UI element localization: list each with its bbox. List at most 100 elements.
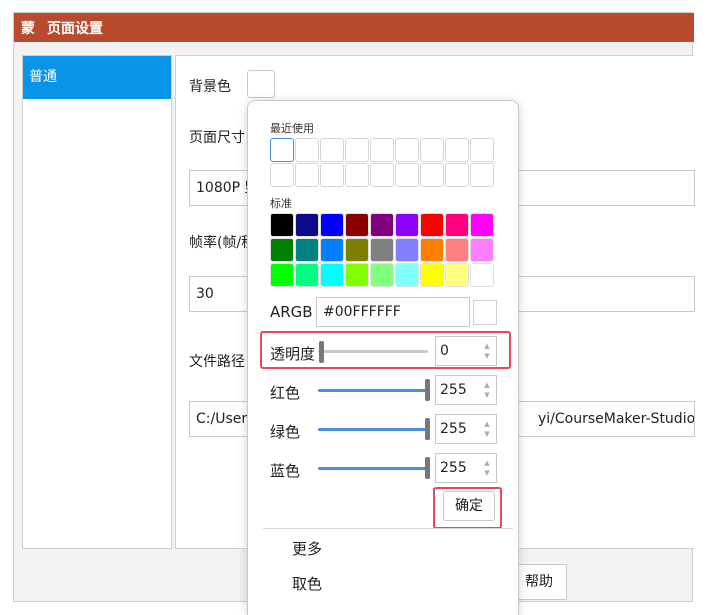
green-spinbox[interactable]: 255 ▲ ▼ xyxy=(435,414,497,444)
standard-color-swatch[interactable] xyxy=(395,213,419,237)
red-slider-handle[interactable] xyxy=(425,379,430,401)
app-logo-icon: 蒙 xyxy=(21,20,35,37)
recent-color-swatch[interactable] xyxy=(320,138,344,162)
recent-colors-grid xyxy=(270,138,494,187)
pick-color-menu-item[interactable]: 取色 xyxy=(292,573,322,594)
red-label: 红色 xyxy=(270,384,301,402)
sidebar: 普通 xyxy=(22,55,172,549)
recent-color-swatch[interactable] xyxy=(420,163,444,187)
standard-color-swatch[interactable] xyxy=(345,213,369,237)
file-path-value-right: yi/CourseMaker-Studio/ xyxy=(538,411,695,427)
standard-color-swatch[interactable] xyxy=(445,213,469,237)
green-slider-handle[interactable] xyxy=(425,418,430,440)
standard-colors-grid xyxy=(270,213,494,287)
blue-value: 255 xyxy=(440,460,467,476)
bg-color-label: 背景色 xyxy=(189,79,231,95)
title-bar: 蒙 页面设置 xyxy=(14,13,694,42)
standard-color-swatch[interactable] xyxy=(420,238,444,262)
spin-up-icon[interactable]: ▲ xyxy=(482,380,492,390)
standard-color-swatch[interactable] xyxy=(395,238,419,262)
standard-color-swatch[interactable] xyxy=(470,238,494,262)
green-value: 255 xyxy=(440,421,467,437)
recent-color-swatch[interactable] xyxy=(470,138,494,162)
recent-color-swatch[interactable] xyxy=(270,163,294,187)
opacity-label: 透明度 xyxy=(270,345,316,363)
green-spin-arrows[interactable]: ▲ ▼ xyxy=(482,419,492,439)
spin-up-icon[interactable]: ▲ xyxy=(482,419,492,429)
standard-color-swatch[interactable] xyxy=(470,263,494,287)
standard-color-swatch[interactable] xyxy=(320,263,344,287)
standard-colors-label: 标准 xyxy=(270,197,292,210)
color-picker-popup: 最近使用 标准 ARGB #00FFFFFF 透明度 0 ▲ ▼ 红色 255 ▲… xyxy=(247,100,519,615)
blue-slider-track[interactable] xyxy=(318,467,428,470)
red-spinbox[interactable]: 255 ▲ ▼ xyxy=(435,375,497,405)
standard-color-swatch[interactable] xyxy=(370,263,394,287)
recent-color-swatch[interactable] xyxy=(320,163,344,187)
opacity-spinbox[interactable]: 0 ▲ ▼ xyxy=(435,336,497,366)
menu-divider xyxy=(263,528,513,529)
standard-color-swatch[interactable] xyxy=(370,238,394,262)
recent-color-swatch[interactable] xyxy=(270,138,294,162)
opacity-slider-track[interactable] xyxy=(318,350,428,353)
standard-color-swatch[interactable] xyxy=(270,238,294,262)
spin-up-icon[interactable]: ▲ xyxy=(482,458,492,468)
opacity-slider-handle[interactable] xyxy=(319,341,324,363)
green-slider-track[interactable] xyxy=(318,428,428,431)
recent-color-swatch[interactable] xyxy=(445,163,469,187)
recent-color-swatch[interactable] xyxy=(345,163,369,187)
standard-color-swatch[interactable] xyxy=(270,263,294,287)
standard-color-swatch[interactable] xyxy=(345,238,369,262)
standard-color-swatch[interactable] xyxy=(320,238,344,262)
help-button[interactable]: 帮助 xyxy=(511,564,567,600)
standard-color-swatch[interactable] xyxy=(470,213,494,237)
more-colors-menu-item[interactable]: 更多 xyxy=(292,538,322,559)
recent-color-swatch[interactable] xyxy=(345,138,369,162)
argb-input[interactable]: #00FFFFFF xyxy=(316,297,470,327)
color-preview xyxy=(473,300,497,325)
red-value: 255 xyxy=(440,382,467,398)
red-spin-arrows[interactable]: ▲ ▼ xyxy=(482,380,492,400)
recent-color-swatch[interactable] xyxy=(470,163,494,187)
standard-color-swatch[interactable] xyxy=(295,238,319,262)
standard-color-swatch[interactable] xyxy=(420,213,444,237)
sidebar-item-general[interactable]: 普通 xyxy=(23,56,171,99)
spin-down-icon[interactable]: ▼ xyxy=(482,351,492,361)
recent-colors-label: 最近使用 xyxy=(270,122,314,135)
ok-button[interactable]: 确定 xyxy=(443,491,495,521)
recent-color-swatch[interactable] xyxy=(295,163,319,187)
recent-color-swatch[interactable] xyxy=(395,163,419,187)
recent-color-swatch[interactable] xyxy=(445,138,469,162)
argb-label: ARGB xyxy=(270,303,313,321)
bg-color-button[interactable] xyxy=(247,70,275,98)
window-title: 页面设置 xyxy=(47,20,103,37)
spin-down-icon[interactable]: ▼ xyxy=(482,390,492,400)
spin-down-icon[interactable]: ▼ xyxy=(482,429,492,439)
blue-label: 蓝色 xyxy=(270,462,301,480)
standard-color-swatch[interactable] xyxy=(320,213,344,237)
blue-slider-handle[interactable] xyxy=(425,457,430,479)
standard-color-swatch[interactable] xyxy=(395,263,419,287)
opacity-value: 0 xyxy=(440,343,449,359)
opacity-spin-arrows[interactable]: ▲ ▼ xyxy=(482,341,492,361)
standard-color-swatch[interactable] xyxy=(420,263,444,287)
recent-color-swatch[interactable] xyxy=(295,138,319,162)
blue-spin-arrows[interactable]: ▲ ▼ xyxy=(482,458,492,478)
red-slider-track[interactable] xyxy=(318,389,428,392)
recent-color-swatch[interactable] xyxy=(370,138,394,162)
blue-spinbox[interactable]: 255 ▲ ▼ xyxy=(435,453,497,483)
standard-color-swatch[interactable] xyxy=(295,213,319,237)
recent-color-swatch[interactable] xyxy=(370,163,394,187)
standard-color-swatch[interactable] xyxy=(345,263,369,287)
spin-up-icon[interactable]: ▲ xyxy=(482,341,492,351)
standard-color-swatch[interactable] xyxy=(370,213,394,237)
standard-color-swatch[interactable] xyxy=(445,263,469,287)
standard-color-swatch[interactable] xyxy=(295,263,319,287)
spin-down-icon[interactable]: ▼ xyxy=(482,468,492,478)
file-path-label: 文件路径 xyxy=(189,354,245,370)
recent-color-swatch[interactable] xyxy=(395,138,419,162)
green-label: 绿色 xyxy=(270,423,301,441)
standard-color-swatch[interactable] xyxy=(445,238,469,262)
standard-color-swatch[interactable] xyxy=(270,213,294,237)
file-path-value-left: C:/User xyxy=(196,411,248,427)
recent-color-swatch[interactable] xyxy=(420,138,444,162)
